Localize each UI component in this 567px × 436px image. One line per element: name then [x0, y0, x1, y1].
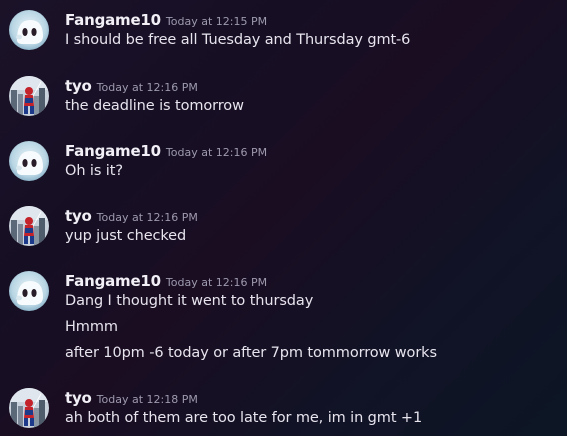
message-timestamp: Today at 12:16 PM: [165, 146, 268, 159]
message-text: after 10pm -6 today or after 7pm tommorr…: [65, 345, 437, 361]
message-text: Oh is it?: [65, 163, 123, 179]
message-author[interactable]: Fangame10: [65, 272, 161, 290]
spiderman-avatar-icon[interactable]: [9, 206, 49, 246]
message-author[interactable]: Fangame10: [65, 142, 161, 160]
ghost-avatar-icon[interactable]: [9, 141, 49, 181]
message-header: Fangame10 Today at 12:15 PM: [65, 10, 267, 30]
message-author[interactable]: Fangame10: [65, 11, 161, 29]
message-timestamp: Today at 12:16 PM: [165, 276, 268, 289]
spiderman-avatar-icon[interactable]: [9, 388, 49, 428]
spiderman-avatar-icon[interactable]: [9, 76, 49, 116]
ghost-avatar-icon[interactable]: [9, 10, 49, 50]
message-header: tyo Today at 12:16 PM: [65, 76, 198, 96]
message-header: Fangame10 Today at 12:16 PM: [65, 141, 267, 161]
message-author[interactable]: tyo: [65, 77, 92, 95]
message-text: I should be free all Tuesday and Thursda…: [65, 32, 411, 48]
chat-message-list: Fangame10 Today at 12:15 PM I should be f…: [0, 0, 567, 436]
message-timestamp: Today at 12:15 PM: [165, 15, 268, 28]
message-text: Hmmm: [65, 319, 118, 335]
message-header: tyo Today at 12:16 PM: [65, 206, 198, 226]
message-header: Fangame10 Today at 12:16 PM: [65, 271, 267, 291]
message-text: ah both of them are too late for me, im …: [65, 410, 423, 426]
message-text: yup just checked: [65, 228, 187, 244]
message-timestamp: Today at 12:16 PM: [96, 81, 198, 94]
ghost-avatar-icon[interactable]: [9, 271, 49, 311]
message-author[interactable]: tyo: [65, 207, 92, 225]
message-timestamp: Today at 12:18 PM: [96, 393, 198, 406]
message-author[interactable]: tyo: [65, 389, 92, 407]
message-text: the deadline is tomorrow: [65, 98, 244, 114]
message-text: Dang I thought it went to thursday: [65, 293, 314, 309]
message-header: tyo Today at 12:18 PM: [65, 388, 198, 408]
message-timestamp: Today at 12:16 PM: [96, 211, 198, 224]
